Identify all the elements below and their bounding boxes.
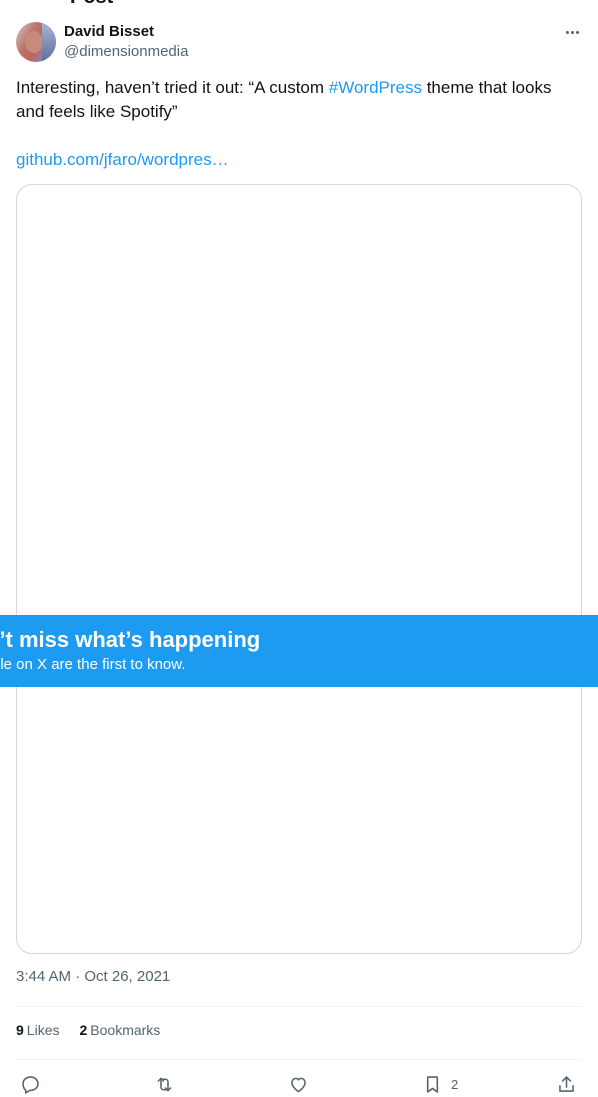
post-stats: 9 Likes 2 Bookmarks bbox=[16, 1022, 160, 1038]
author-name[interactable]: David Bisset bbox=[64, 23, 154, 40]
likes-stat[interactable]: 9 Likes bbox=[16, 1022, 59, 1038]
like-button[interactable] bbox=[288, 1071, 317, 1097]
hashtag-link[interactable]: #WordPress bbox=[329, 78, 422, 97]
bookmarks-count: 2 bbox=[79, 1022, 88, 1038]
reply-button[interactable] bbox=[20, 1071, 49, 1097]
post-timestamp[interactable]: 3:44 AM · Oct 26, 2021 bbox=[16, 968, 170, 985]
share-button[interactable] bbox=[556, 1071, 585, 1097]
more-icon[interactable] bbox=[562, 22, 582, 42]
banner-subtitle: ble on X are the first to know. bbox=[0, 656, 186, 673]
reply-icon bbox=[22, 1075, 39, 1094]
bookmarks-label: Bookmarks bbox=[90, 1022, 161, 1038]
author-handle[interactable]: @dimensionmedia bbox=[64, 43, 188, 60]
avatar[interactable] bbox=[16, 22, 56, 62]
repost-button[interactable] bbox=[154, 1071, 183, 1097]
likes-label: Likes bbox=[26, 1022, 60, 1038]
divider bbox=[16, 1059, 582, 1060]
action-bar: 2 bbox=[16, 1071, 582, 1097]
tweet-text: Interesting, haven’t tried it out: “A cu… bbox=[16, 76, 582, 124]
repost-icon bbox=[157, 1077, 172, 1091]
tweet-url-link[interactable]: github.com/jfaro/wordpres… bbox=[16, 150, 229, 169]
bookmark-button[interactable]: 2 bbox=[422, 1071, 458, 1097]
share-icon bbox=[559, 1075, 574, 1092]
like-icon bbox=[291, 1077, 306, 1092]
bookmark-count: 2 bbox=[451, 1076, 459, 1092]
signup-banner: n’t miss what’s happening ble on X are t… bbox=[0, 615, 598, 687]
tweet-text-before: Interesting, haven’t tried it out: “A cu… bbox=[16, 78, 329, 97]
link-preview-card[interactable] bbox=[16, 184, 582, 954]
banner-title: n’t miss what’s happening bbox=[0, 627, 261, 652]
bookmark-icon bbox=[426, 1075, 439, 1093]
likes-count: 9 bbox=[16, 1022, 24, 1038]
divider bbox=[16, 1006, 582, 1007]
post-header: David Bisset @dimensionmedia bbox=[16, 22, 582, 62]
page-title: Post bbox=[70, 0, 113, 9]
post-page: Post David Bisset @dimensionmedia Intere… bbox=[0, 0, 598, 1097]
bookmarks-stat[interactable]: 2 Bookmarks bbox=[79, 1022, 160, 1038]
